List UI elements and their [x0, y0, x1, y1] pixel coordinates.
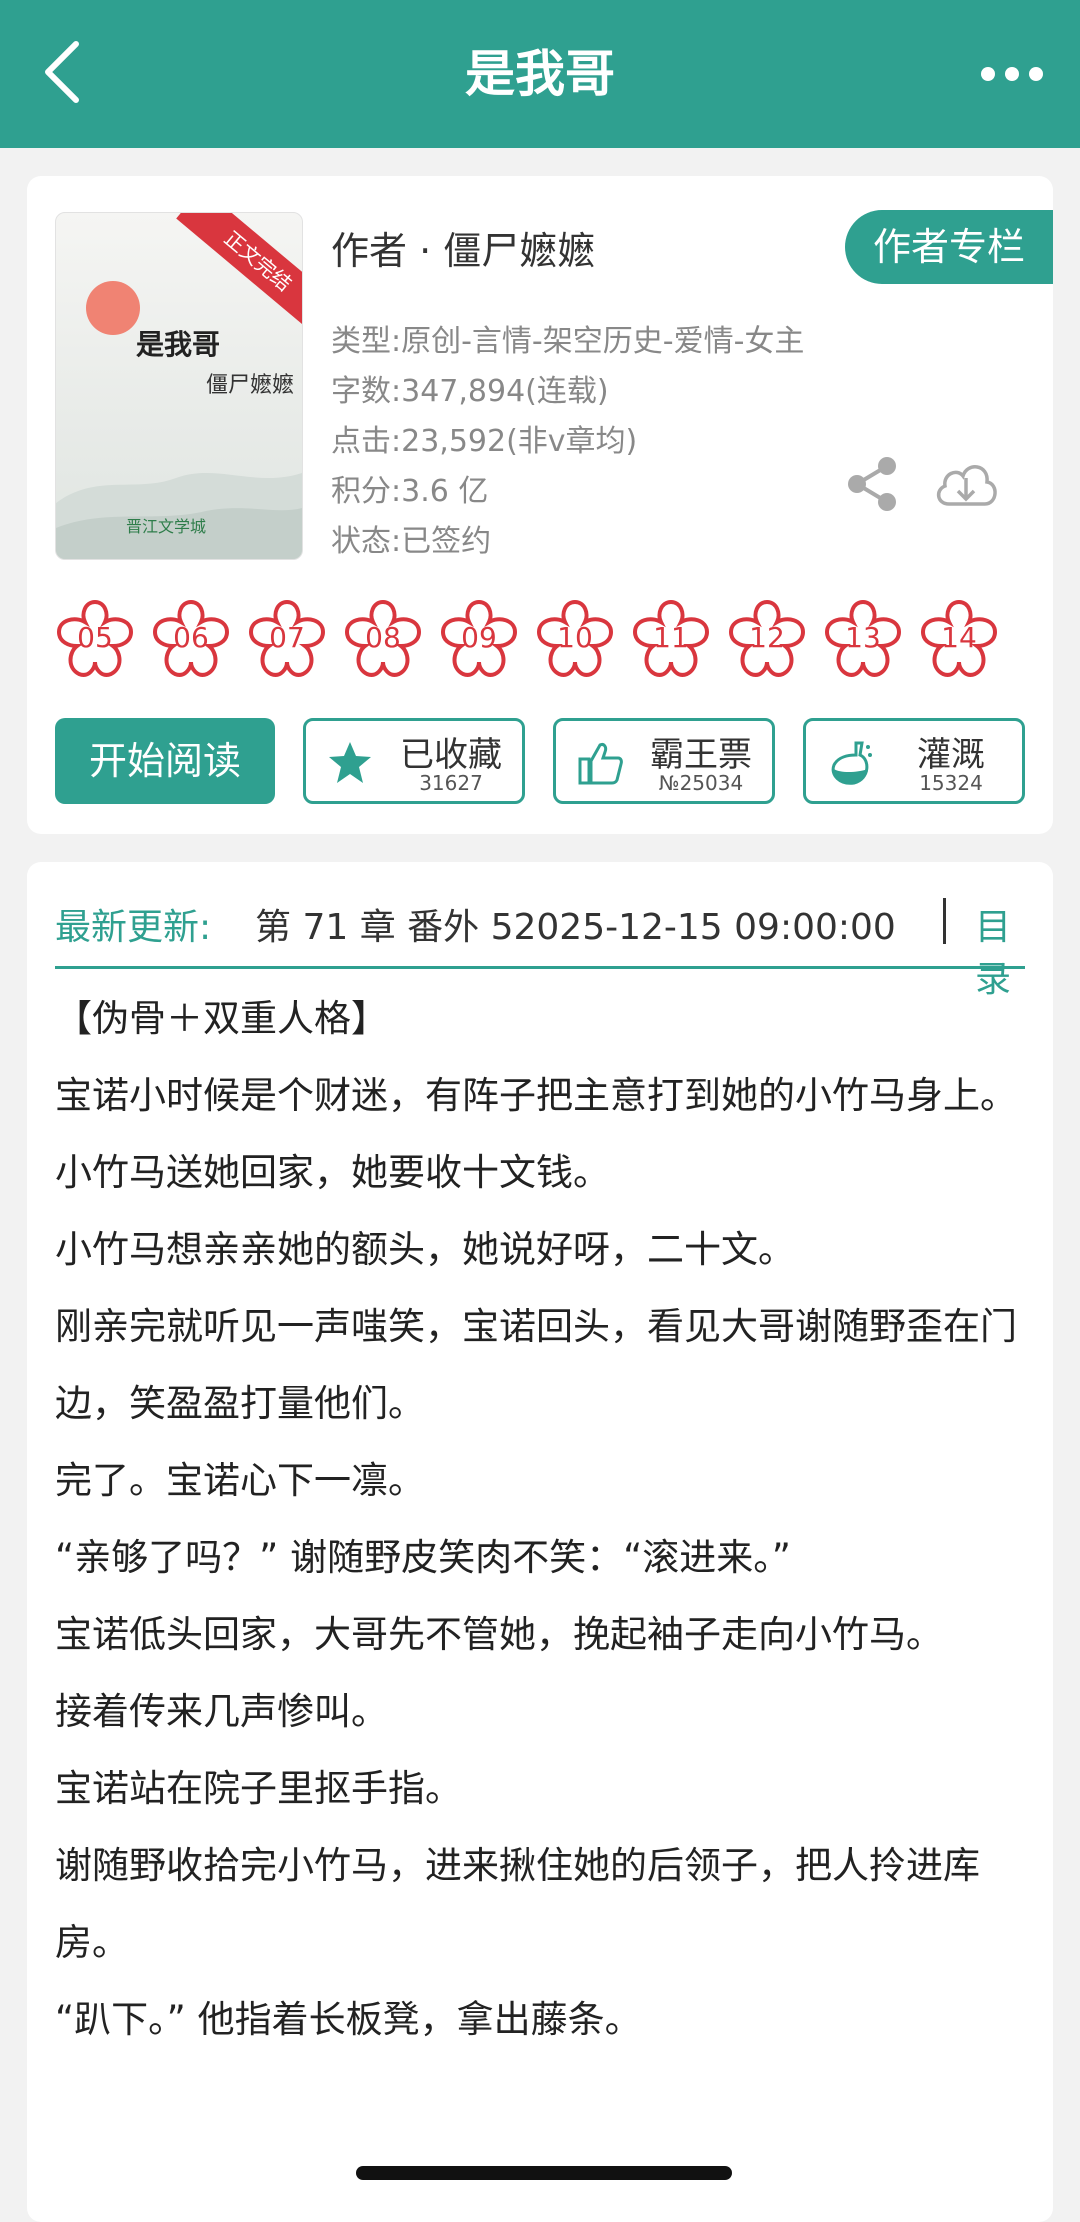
- flower-badge-number: 05: [77, 621, 113, 654]
- flower-badge[interactable]: 12: [725, 596, 809, 680]
- bawang-ticket-count: №25034: [658, 771, 744, 795]
- collected-count: 31627: [419, 771, 483, 795]
- bawang-ticket-button[interactable]: 霸王票 №25034: [553, 718, 775, 804]
- book-score: 积分:3.6 亿: [331, 474, 489, 509]
- synopsis-paragraph: “趴下。” 他指着长板凳，拿出藤条。: [55, 1998, 642, 2041]
- latest-chapter-link[interactable]: 第 71 章 番外 52025-12-15 09:00:00: [255, 898, 896, 950]
- cover-landscape-art: [56, 473, 302, 559]
- latest-update-label: 最新更新:: [55, 907, 212, 948]
- book-clicks: 点击:23,592(非v章均): [331, 424, 638, 459]
- bawang-ticket-label: 霸王票: [650, 735, 752, 775]
- synopsis-paragraph: 谢随野收拾完小竹马，进来揪住她的后领子，把人拎进库房。: [55, 1844, 980, 1964]
- more-dots-icon[interactable]: [980, 62, 1044, 86]
- flower-badge-number: 07: [269, 621, 305, 654]
- flower-badge[interactable]: 09: [437, 596, 521, 680]
- home-indicator: [356, 2166, 732, 2180]
- flower-badge-number: 06: [173, 621, 209, 654]
- cover-publisher-logo: 晋江文学城: [126, 517, 207, 536]
- flower-badge[interactable]: 05: [53, 596, 137, 680]
- nutrient-count: 15324: [919, 771, 983, 795]
- cover-author: 僵尸嬷嬷: [206, 373, 295, 398]
- synopsis-paragraph: “亲够了吗？” 谢随野皮笑肉不笑：“滚进来。”: [55, 1536, 791, 1579]
- synopsis-paragraph: 【伪骨＋双重人格】: [55, 997, 388, 1040]
- update-underline: [55, 966, 1025, 969]
- flower-badge-number: 08: [365, 621, 401, 654]
- flower-badge-number: 10: [557, 621, 593, 654]
- flower-badge[interactable]: 13: [821, 596, 905, 680]
- flower-badge[interactable]: 14: [917, 596, 1001, 680]
- synopsis-paragraph: 宝诺低头回家，大哥先不管她，挽起袖子走向小竹马。: [55, 1613, 943, 1656]
- synopsis-paragraph: 刚亲完就听见一声嗤笑，宝诺回头，看见大哥谢随野歪在门边，笑盈盈打量他们。: [55, 1305, 1017, 1425]
- thumbs-up-icon: [578, 743, 623, 785]
- watering-flask-icon: [831, 741, 872, 785]
- synopsis-text: 【伪骨＋双重人格】宝诺小时候是个财迷，有阵子把主意打到她的小竹马身上。 小竹马送她…: [55, 980, 1035, 2058]
- synopsis-paragraph: 小竹马送她回家，她要收十文钱。: [55, 1151, 610, 1194]
- divider: [943, 898, 946, 944]
- synopsis-paragraph: 宝诺小时候是个财迷，有阵子把主意打到她的小竹马身上。: [55, 1074, 1017, 1117]
- book-type: 类型:原创-言情-架空历史-爱情-女主: [331, 324, 805, 359]
- top-bar: 是我哥: [0, 0, 1080, 148]
- flower-badge-row: 05 06 07 08 09 10 11 12 13 14: [53, 596, 1053, 686]
- collected-label: 已收藏: [400, 735, 502, 775]
- flower-badge-number: 14: [941, 621, 977, 654]
- synopsis-paragraph: 小竹马想亲亲她的额头，她说好呀，二十文。: [55, 1228, 795, 1271]
- flower-badge[interactable]: 07: [245, 596, 329, 680]
- book-word-count: 字数:347,894(连载): [331, 374, 609, 409]
- cloud-download-icon[interactable]: [931, 454, 1001, 512]
- book-info-card: 正文完结 是我哥 僵尸嬷嬷 晋江文学城 作者 · 僵尸嬷嬷 作者专栏 类型:原创…: [27, 176, 1053, 834]
- flower-badge-number: 11: [653, 621, 689, 654]
- cover-title: 是我哥: [136, 328, 221, 361]
- flower-badge[interactable]: 11: [629, 596, 713, 680]
- star-icon: [329, 742, 371, 783]
- completed-banner: 正文完结: [176, 213, 302, 335]
- flower-badge-number: 09: [461, 621, 497, 654]
- synopsis-card: 最新更新: 第 71 章 番外 52025-12-15 09:00:00 目录 …: [27, 862, 1053, 2222]
- flower-badge-number: 13: [845, 621, 881, 654]
- page-title: 是我哥: [465, 45, 615, 103]
- flower-badge[interactable]: 10: [533, 596, 617, 680]
- start-reading-button[interactable]: 开始阅读: [55, 718, 275, 804]
- nutrient-label: 灌溉: [917, 735, 985, 775]
- flower-badge[interactable]: 06: [149, 596, 233, 680]
- synopsis-paragraph: 接着传来几声惨叫。: [55, 1690, 388, 1733]
- synopsis-paragraph: 完了。宝诺心下一凛。: [55, 1459, 425, 1502]
- author-column-button[interactable]: 作者专栏: [845, 210, 1053, 284]
- author-name[interactable]: 作者 · 僵尸嬷嬷: [331, 220, 595, 275]
- book-status: 状态:已签约: [331, 524, 492, 559]
- cover-sun-art: [86, 281, 140, 335]
- flower-badge[interactable]: 08: [341, 596, 425, 680]
- share-icon[interactable]: [845, 456, 901, 512]
- collected-button[interactable]: 已收藏 31627: [303, 718, 525, 804]
- book-cover[interactable]: 正文完结 是我哥 僵尸嬷嬷 晋江文学城: [55, 212, 303, 560]
- nutrient-button[interactable]: 灌溉 15324: [803, 718, 1025, 804]
- synopsis-paragraph: 宝诺站在院子里抠手指。: [55, 1767, 462, 1810]
- flower-badge-number: 12: [749, 621, 785, 654]
- latest-update-row[interactable]: 最新更新: 第 71 章 番外 52025-12-15 09:00:00 目录: [55, 892, 1025, 1000]
